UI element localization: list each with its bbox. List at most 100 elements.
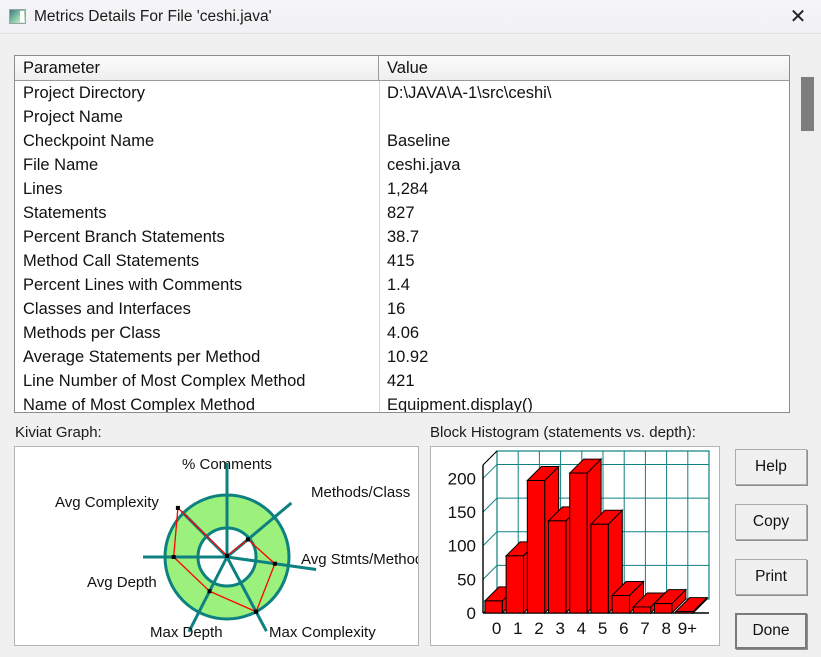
- table-row[interactable]: Statements 827: [15, 201, 789, 225]
- kiviat-data-point: [254, 609, 259, 614]
- metrics-details-window: Metrics Details For File 'ceshi.java' ✕ …: [0, 0, 821, 657]
- cell-value: 38.7: [387, 227, 420, 246]
- kiviat-data-point: [245, 537, 250, 542]
- kiviat-data-point: [175, 505, 180, 510]
- histogram-depth-line: [482, 464, 498, 479]
- table-scrollbar-thumb[interactable]: [801, 77, 814, 131]
- histogram-y-tick-label: 200: [448, 469, 476, 488]
- kiviat-axis-label: Avg Stmts/Method: [301, 551, 418, 568]
- histogram-bar-front: [654, 603, 673, 614]
- table-row[interactable]: Method Call Statements 415: [15, 249, 789, 273]
- cell-value: Baseline: [387, 131, 451, 150]
- kiviat-axis-label: Max Complexity: [269, 624, 376, 641]
- histogram-depth-line: [482, 565, 498, 580]
- column-header-value[interactable]: Value: [379, 56, 789, 80]
- block-histogram-label: Block Histogram (statements vs. depth):: [430, 424, 696, 441]
- copy-button[interactable]: Copy: [735, 504, 807, 540]
- cell-parameter: Statements: [23, 203, 107, 222]
- app-metrics-icon: [9, 9, 26, 24]
- kiviat-data-point: [171, 555, 176, 559]
- table-row[interactable]: Checkpoint Name Baseline: [15, 129, 789, 153]
- table-scrollbar[interactable]: [799, 55, 815, 413]
- kiviat-graph-label: Kiviat Graph:: [15, 424, 102, 441]
- table-row[interactable]: Project Name: [15, 105, 789, 129]
- kiviat-data-point: [207, 589, 212, 594]
- table-row[interactable]: Methods per Class 4.06: [15, 321, 789, 345]
- histogram-top-edge: [482, 450, 498, 466]
- cell-parameter: Methods per Class: [23, 323, 161, 342]
- histogram-x-tick-label: 2: [534, 619, 543, 638]
- histogram-y-tick-label: 50: [457, 570, 476, 589]
- table-row[interactable]: Lines 1,284: [15, 177, 789, 201]
- kiviat-axis-label: % Comments: [182, 456, 272, 473]
- cell-value: 1.4: [387, 275, 410, 294]
- table-row[interactable]: Line Number of Most Complex Method 421: [15, 369, 789, 393]
- kiviat-axis-label: Methods/Class: [311, 484, 410, 501]
- column-header-parameter[interactable]: Parameter: [15, 56, 379, 80]
- cell-parameter: Line Number of Most Complex Method: [23, 371, 306, 390]
- window-title: Metrics Details For File 'ceshi.java': [34, 7, 272, 25]
- cell-value: 827: [387, 203, 415, 222]
- table-body: Project Directory D:\JAVA\A-1\src\ceshi\ P…: [15, 81, 789, 413]
- cell-value: Equipment.display(): [387, 395, 533, 413]
- help-button[interactable]: Help: [735, 449, 807, 485]
- histogram-bar-front: [632, 606, 652, 614]
- histogram-x-tick-label: 7: [640, 619, 649, 638]
- cell-value: 16: [387, 299, 406, 318]
- cell-parameter: Percent Branch Statements: [23, 227, 225, 246]
- histogram-x-tick-label: 1: [513, 619, 522, 638]
- print-button[interactable]: Print: [735, 559, 807, 595]
- done-button[interactable]: Done: [735, 613, 807, 649]
- table-row[interactable]: Percent Lines with Comments 1.4: [15, 273, 789, 297]
- block-histogram-panel: 0 50 100 150 200 0 1 2 3 4 5 6 7 8 9+: [430, 446, 720, 646]
- cell-parameter: Checkpoint Name: [23, 131, 155, 150]
- histogram-bar-front: [590, 523, 609, 614]
- histogram-x-tick-label: 4: [577, 619, 586, 638]
- kiviat-graph-panel: % Comments Methods/Class Avg Stmts/Method M…: [14, 446, 419, 646]
- histogram-bar-front: [569, 472, 588, 614]
- kiviat-axis-label: Avg Depth: [87, 574, 157, 591]
- close-icon[interactable]: ✕: [775, 0, 821, 33]
- histogram-bar-front: [675, 611, 694, 614]
- histogram-y-tick-label: 150: [448, 503, 476, 522]
- histogram-bar-front: [505, 555, 524, 614]
- cell-value: D:\JAVA\A-1\src\ceshi\: [387, 83, 552, 102]
- table-row[interactable]: Percent Branch Statements 38.7: [15, 225, 789, 249]
- table-row[interactable]: File Name ceshi.java: [15, 153, 789, 177]
- histogram-depth-line: [482, 497, 498, 513]
- table-row[interactable]: Classes and Interfaces 16: [15, 297, 789, 321]
- histogram-x-tick-label: 0: [492, 619, 501, 638]
- histogram-y-tick-label: 100: [448, 537, 476, 556]
- histogram-bar-front: [611, 595, 630, 614]
- metrics-table: Parameter Value Project Directory D:\JAVA…: [14, 55, 790, 413]
- kiviat-graph-chart: % Comments Methods/Class Avg Stmts/Method M…: [55, 456, 418, 641]
- cell-parameter: Classes and Interfaces: [23, 299, 191, 318]
- cell-value: 421: [387, 371, 415, 390]
- histogram-x-tick-label: 6: [619, 619, 628, 638]
- cell-value: 10.92: [387, 347, 429, 366]
- cell-value: ceshi.java: [387, 155, 461, 174]
- cell-value: 4.06: [387, 323, 420, 342]
- histogram-depth-line: [482, 531, 498, 547]
- histogram-x-tick-label: 9+: [678, 619, 697, 638]
- cell-parameter: Project Directory: [23, 83, 145, 102]
- table-row[interactable]: Name of Most Complex Method Equipment.dis…: [15, 393, 789, 413]
- cell-parameter: Percent Lines with Comments: [23, 275, 243, 294]
- histogram-x-tick-label: 5: [598, 619, 607, 638]
- table-row[interactable]: Project Directory D:\JAVA\A-1\src\ceshi\: [15, 81, 789, 105]
- cell-value: 415: [387, 251, 415, 270]
- title-bar-divider: [0, 33, 821, 34]
- cell-parameter: Project Name: [23, 107, 123, 126]
- histogram-x-tick-label: 8: [661, 619, 670, 638]
- block-histogram-chart: 0501001502000 1 2 3 4 5 6 7 8 9+: [448, 450, 710, 638]
- histogram-bar-front: [526, 479, 546, 614]
- histogram-y-tick-label: 0: [467, 604, 476, 623]
- cell-parameter: Average Statements per Method: [23, 347, 261, 366]
- cell-parameter: Name of Most Complex Method: [23, 395, 256, 413]
- table-header-row: Parameter Value: [15, 56, 789, 81]
- cell-parameter: Lines: [23, 179, 63, 198]
- kiviat-data-point: [272, 561, 277, 566]
- kiviat-axis-label: Max Depth: [150, 624, 223, 641]
- kiviat-data-point: [225, 553, 229, 558]
- table-row[interactable]: Average Statements per Method 10.92: [15, 345, 789, 369]
